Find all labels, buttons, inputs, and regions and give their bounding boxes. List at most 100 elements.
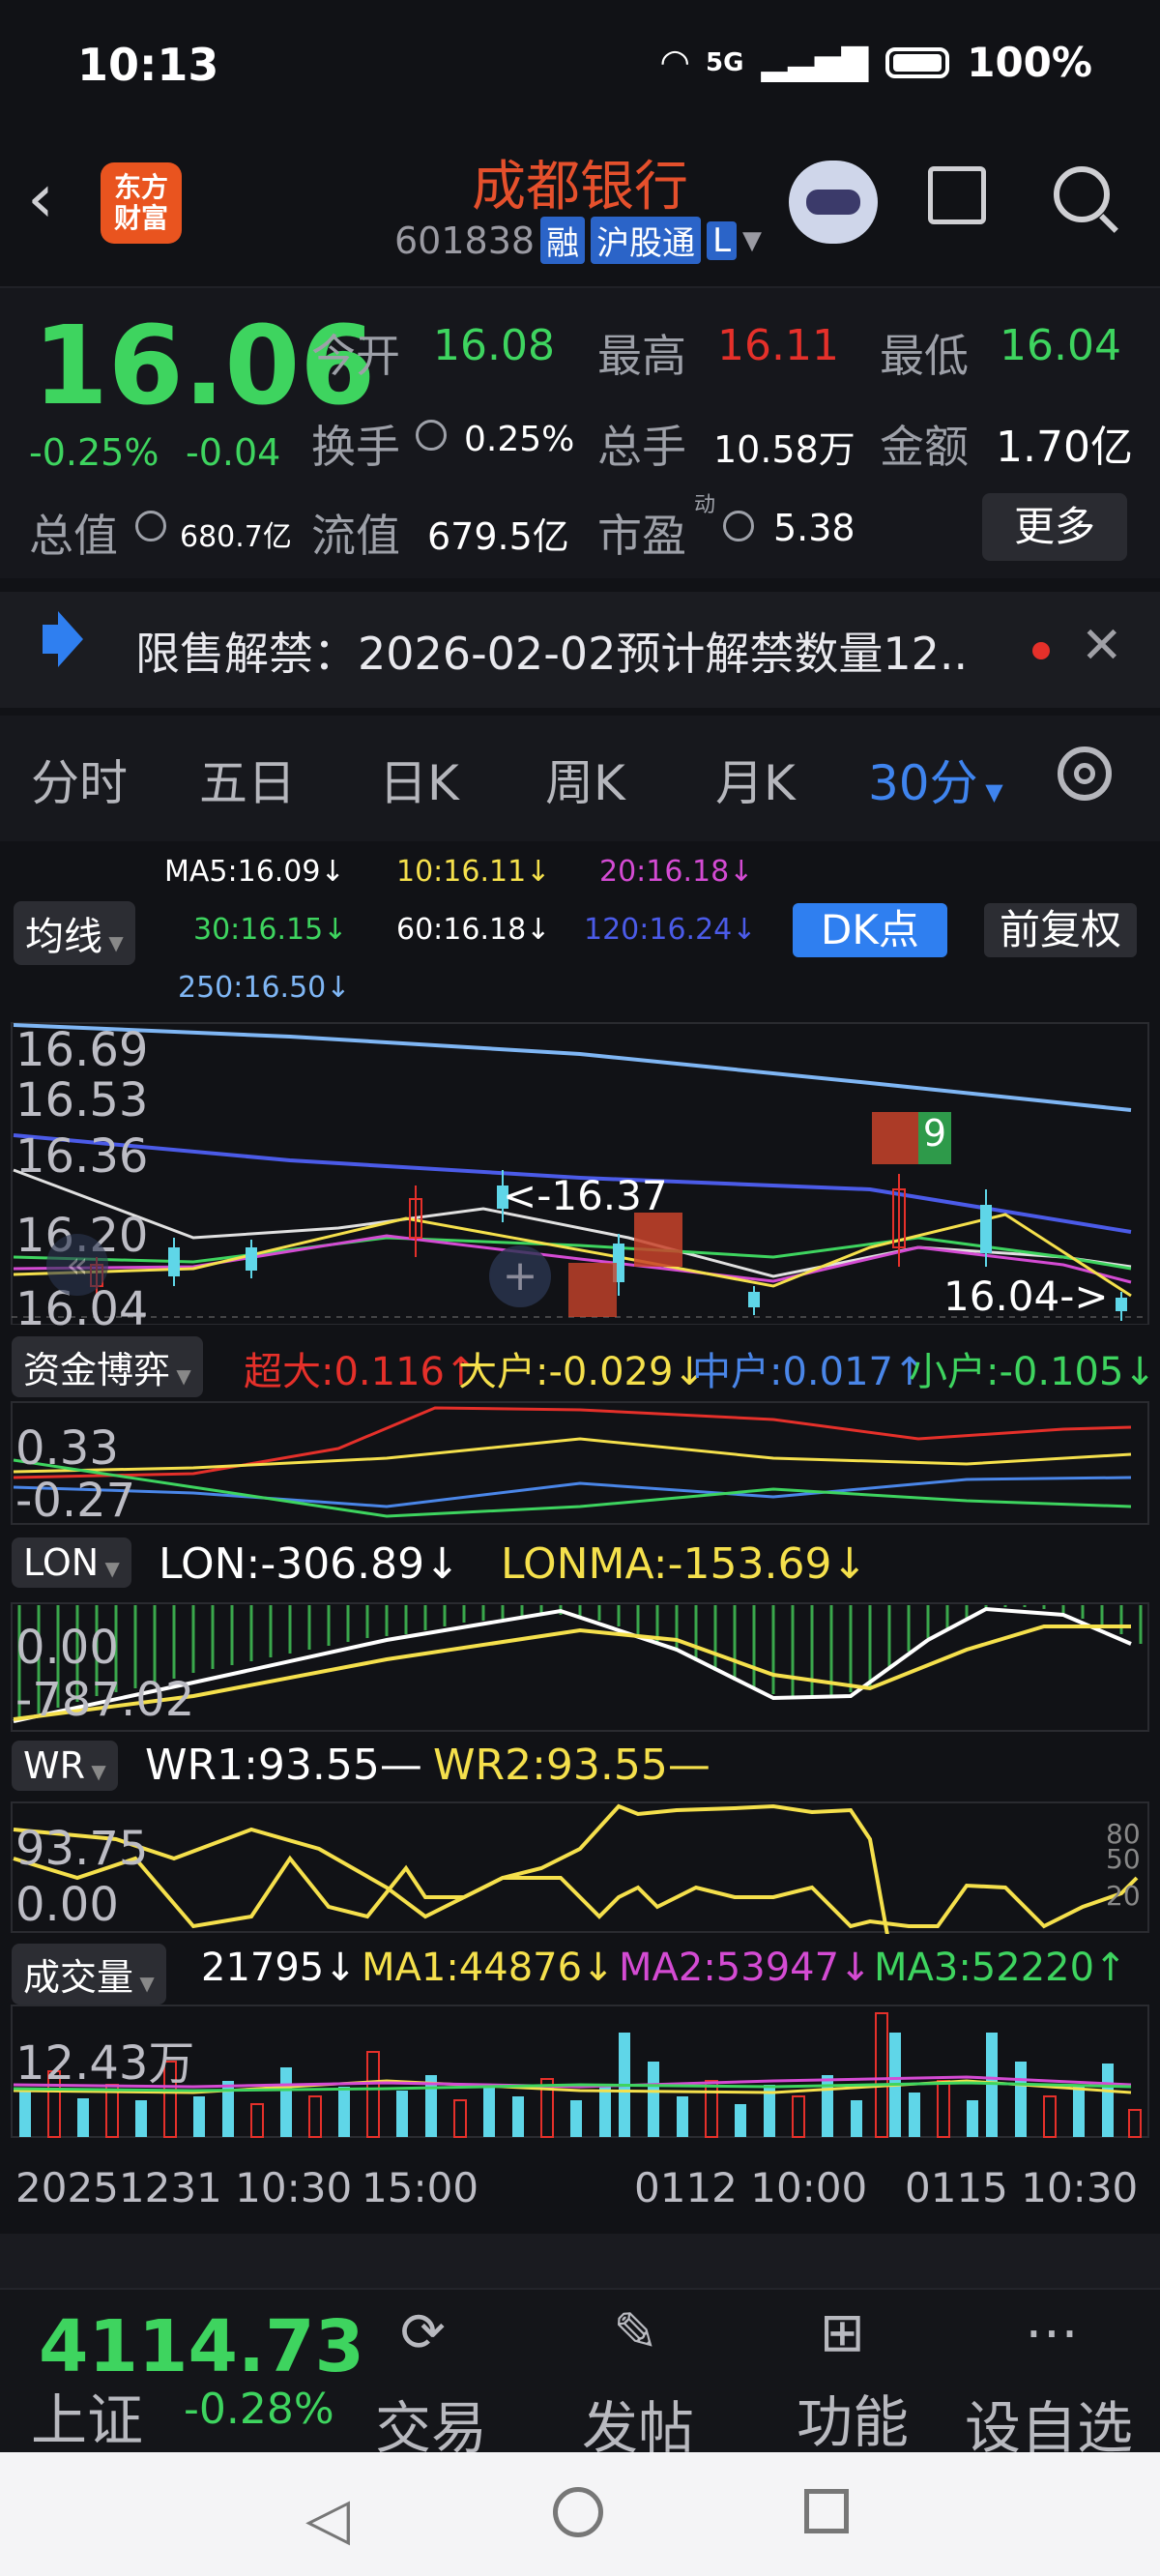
scroll-left-icon[interactable]: « — [46, 1234, 108, 1296]
tab-30min[interactable]: 30分 ▼ — [868, 745, 1003, 814]
gear-icon[interactable] — [1058, 746, 1112, 801]
low-label: 最低 — [880, 330, 969, 382]
grid-function-icon[interactable]: ⊞ — [820, 2301, 865, 2364]
time-label-1: 20251231 10:30 — [15, 2164, 353, 2211]
turnover-label: 换手 — [311, 421, 400, 473]
lon-axis-bottom: -787.02 — [15, 1673, 195, 1727]
fund-axis-bottom: -0.27 — [15, 1474, 136, 1528]
ma20-value: 20:16.18↓ — [599, 855, 754, 889]
time-label-3: 0112 10:00 — [634, 2164, 868, 2211]
volume-label: 总手 — [597, 421, 686, 473]
stock-name: 成都银行 — [472, 156, 688, 219]
turnover-value: 0.25% — [464, 420, 575, 459]
wr-axis-bottom: 0.00 — [15, 1878, 119, 1932]
mcap-label: 总值 — [29, 510, 118, 562]
yen-exchange-icon[interactable]: ⟳ — [400, 2301, 446, 2364]
price-axis-2: 16.53 — [15, 1073, 149, 1127]
stock-code: 601838 — [394, 219, 536, 262]
mcap-value: 680.7亿 — [180, 520, 292, 554]
tab-daily-k[interactable]: 日K — [379, 745, 459, 814]
nav-recents-icon[interactable] — [804, 2489, 849, 2533]
index-change: -0.28% — [184, 2385, 334, 2434]
status-icons: ◠ 5G ▂▃▅▇ 100% — [661, 39, 1092, 86]
connect-tag: 沪股通 — [591, 217, 702, 264]
ma5-value: MA5:16.09↓ — [164, 855, 345, 889]
tab-five-day[interactable]: 五日 — [199, 745, 296, 814]
ma120-value: 120:16.24↓ — [584, 913, 757, 947]
info-icon[interactable] — [416, 420, 447, 451]
chart-footer-strip — [0, 2234, 1160, 2288]
volume-current: 21795↓ — [201, 1946, 357, 1990]
ma-selector[interactable]: 均线 ▼ — [14, 901, 135, 965]
ma10-value: 10:16.11↓ — [396, 855, 551, 889]
wr1-value: WR1:93.55— — [145, 1741, 422, 1790]
volume-ma2: MA2:53947↓ — [619, 1946, 872, 1990]
lon-selector[interactable]: LON ▼ — [12, 1537, 131, 1588]
ma250-line — [13, 1023, 1132, 1112]
chevron-down-icon: ▼ — [742, 225, 763, 255]
wr-chart — [11, 1801, 1149, 1934]
fund-chart — [11, 1401, 1149, 1525]
high-label: 最高 — [597, 330, 686, 382]
speaker-icon — [43, 611, 83, 667]
assistant-avatar-icon[interactable] — [789, 161, 878, 244]
tab-weekly-k[interactable]: 周K — [545, 745, 625, 814]
volume-ma3: MA3:52220↑ — [874, 1946, 1127, 1990]
high-value: 16.11 — [717, 321, 839, 370]
nav-home-icon[interactable] — [553, 2487, 603, 2537]
tab-intraday[interactable]: 分时 — [31, 745, 128, 814]
edit-post-icon[interactable]: ✎ — [613, 2301, 658, 2364]
lonma-value: LONMA:-153.69↓ — [501, 1539, 868, 1589]
amount-value: 1.70亿 — [996, 423, 1133, 472]
share-icon[interactable] — [928, 166, 986, 224]
nav-back-icon[interactable]: ◁ — [305, 2485, 350, 2553]
volume-value: 10.58万 — [713, 428, 856, 471]
signal-icon: ▂▃▅▇ — [761, 43, 869, 82]
status-bar: 10:13 ◠ 5G ▂▃▅▇ 100% — [0, 0, 1160, 143]
info-icon[interactable] — [135, 511, 166, 542]
change-percent: -0.25% — [29, 431, 160, 474]
notice-text[interactable]: 限售解禁：2026-02-02预计解禁数量12.. — [135, 619, 968, 683]
battery-icon — [885, 46, 950, 78]
dk-marker — [634, 1213, 682, 1267]
time-label-4: 0115 10:30 — [905, 2164, 1139, 2211]
level-tag: L — [707, 220, 738, 260]
stock-code-row[interactable]: 601838 融 沪股通 L ▼ — [394, 217, 762, 264]
volume-selector[interactable]: 成交量 ▼ — [12, 1944, 166, 2005]
time-label-2: 15:00 — [362, 2164, 479, 2211]
close-icon[interactable]: ✕ — [1081, 621, 1123, 671]
volume-ma1: MA1:44876↓ — [362, 1946, 615, 1990]
search-icon[interactable] — [1054, 166, 1110, 222]
wifi-icon: ◠ — [661, 43, 689, 82]
adjust-button[interactable]: 前复权 — [984, 903, 1137, 957]
more-button[interactable]: 更多 — [982, 493, 1127, 561]
more-dots-icon[interactable]: ⋯ — [1025, 2301, 1079, 2364]
function-button[interactable]: 功能 — [797, 2377, 909, 2458]
unread-dot — [1032, 642, 1050, 659]
pe-label: 市盈 — [597, 510, 686, 562]
info-icon[interactable] — [723, 511, 754, 542]
wr-level-20: 20 — [1106, 1880, 1141, 1912]
open-label: 今开 — [311, 330, 400, 382]
index-name[interactable]: 上证 — [31, 2375, 143, 2456]
network-label: 5G — [706, 47, 744, 77]
lon-axis-top: 0.00 — [15, 1621, 119, 1675]
ma60-value: 60:16.18↓ — [396, 913, 551, 947]
status-time: 10:13 — [77, 39, 219, 91]
fund-selector[interactable]: 资金博弈 ▼ — [12, 1336, 203, 1397]
wr-axis-top: 93.75 — [15, 1822, 149, 1876]
wr-selector[interactable]: WR ▼ — [12, 1741, 118, 1791]
low-value: 16.04 — [1000, 321, 1121, 370]
lon-value: LON:-306.89↓ — [159, 1539, 461, 1589]
volume-axis-top: 12.43万 — [15, 2036, 195, 2091]
zoom-in-icon[interactable]: + — [489, 1245, 551, 1307]
dk-marker — [568, 1263, 617, 1317]
pe-value: 5.38 — [773, 507, 856, 549]
fund-super: 超大:0.116↑ — [244, 1350, 478, 1394]
time-axis: 20251231 10:30 15:00 0112 10:00 0115 10:… — [0, 2164, 1160, 2220]
fund-small: 小户:-0.105↓ — [909, 1350, 1156, 1394]
dk-point-button[interactable]: DK点 — [793, 903, 947, 957]
fund-large: 大户:-0.029↓ — [458, 1350, 706, 1394]
low-annotation: 16.04-> — [943, 1273, 1109, 1320]
tab-monthly-k[interactable]: 月K — [715, 745, 796, 814]
